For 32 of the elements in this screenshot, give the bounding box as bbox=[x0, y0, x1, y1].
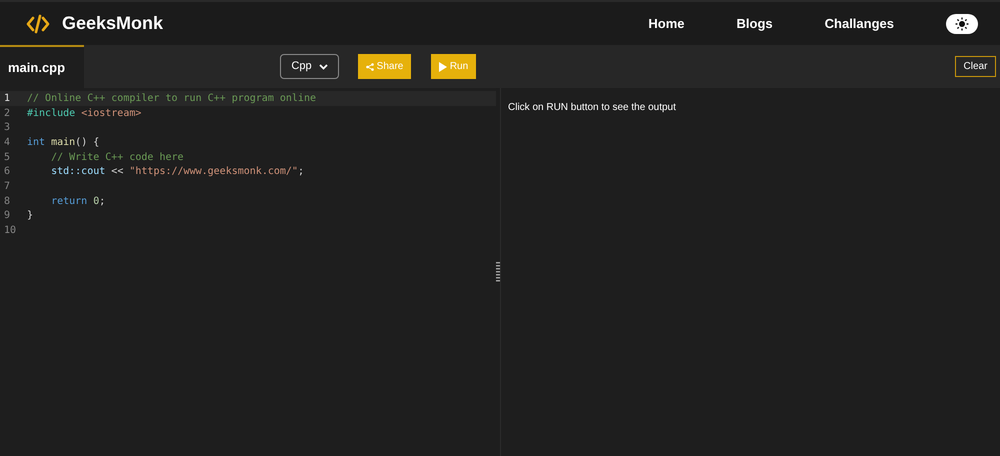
line-number: 2 bbox=[3, 106, 12, 121]
chevron-down-icon bbox=[318, 64, 328, 70]
line-number: 10 bbox=[3, 224, 18, 238]
code-icon bbox=[26, 14, 50, 34]
line-number: 6 bbox=[3, 165, 12, 180]
code-line: // Write C++ code here bbox=[50, 150, 184, 165]
grip-icon bbox=[496, 262, 500, 282]
line-number: 9 bbox=[3, 209, 12, 224]
line-number: 1 bbox=[3, 92, 12, 106]
logo-text: GeeksMonk bbox=[62, 12, 164, 35]
line-number: 4 bbox=[3, 136, 12, 150]
play-icon bbox=[438, 62, 447, 72]
line-number: 3 bbox=[3, 121, 12, 136]
clear-button[interactable]: Clear bbox=[955, 56, 996, 77]
code-line: #include <iostream> bbox=[27, 106, 142, 121]
line-number: 7 bbox=[3, 180, 12, 194]
code-line: } bbox=[27, 209, 34, 224]
line-number: 8 bbox=[3, 194, 12, 209]
nav-link[interactable]: Blogs bbox=[736, 14, 773, 34]
code-line: std::cout << "https://www.geeksmonk.com/"; bbox=[50, 165, 304, 180]
code-line: // Online C++ compiler to run C++ program online bbox=[27, 92, 316, 106]
nav-link[interactable]: Challanges bbox=[824, 14, 894, 34]
nav-link[interactable]: Home bbox=[648, 14, 685, 34]
code-line: int main() { bbox=[27, 136, 100, 150]
line-number: 5 bbox=[3, 150, 12, 165]
share-icon bbox=[366, 62, 374, 70]
file-tab[interactable]: main.cpp bbox=[0, 45, 84, 88]
code-line: return 0; bbox=[50, 194, 106, 209]
theme-toggle[interactable] bbox=[946, 14, 978, 34]
output-message: Click on RUN button to see the output bbox=[508, 101, 677, 115]
sun-icon bbox=[955, 16, 969, 30]
language-select[interactable]: Cpp bbox=[280, 54, 339, 79]
